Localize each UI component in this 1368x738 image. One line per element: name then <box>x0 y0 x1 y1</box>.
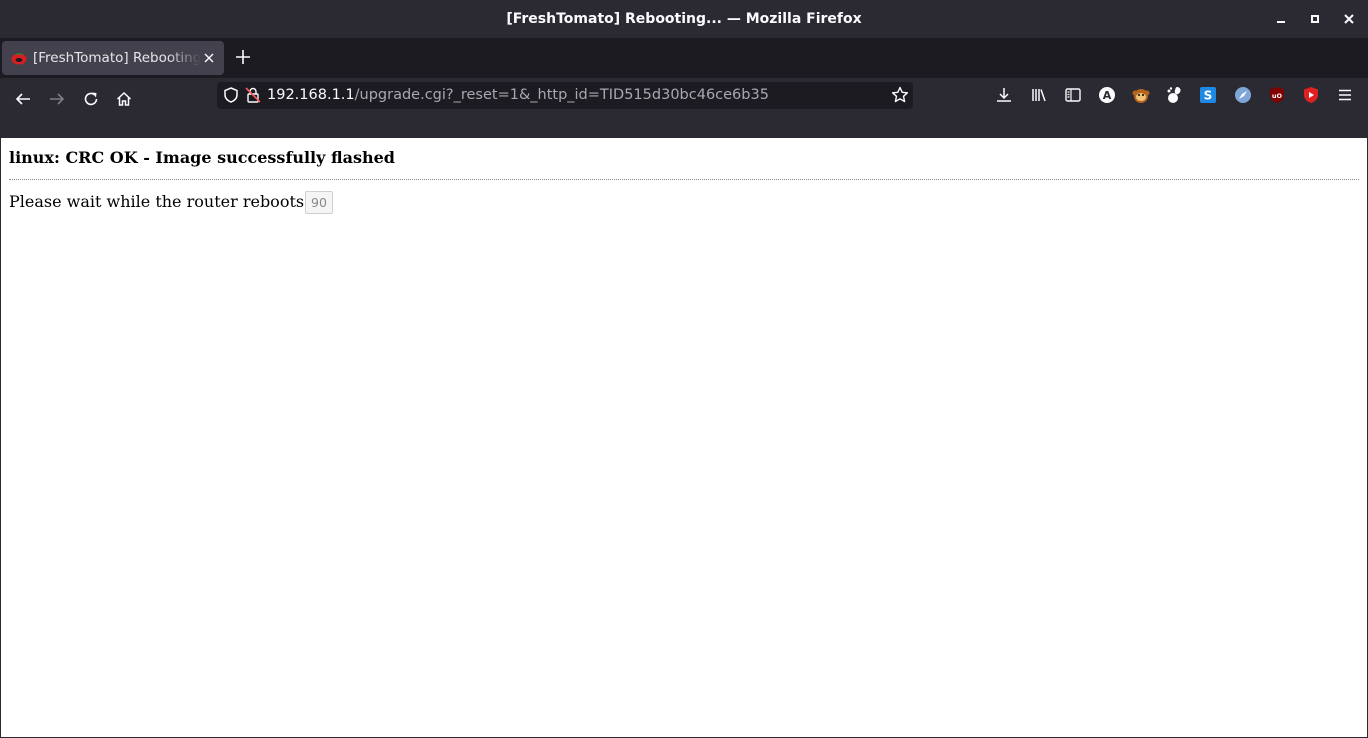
compass-extension-icon <box>1235 87 1251 103</box>
url-host: 192.168.1.1 <box>267 87 355 103</box>
tab-freshtomato[interactable]: [FreshTomato] Rebooting... <box>2 41 224 75</box>
reboot-message: Please wait while the router reboots... <box>9 192 320 211</box>
close-icon <box>204 53 214 63</box>
library-icon <box>1032 89 1046 102</box>
sidebar-button[interactable] <box>1063 85 1083 105</box>
minimize-icon <box>1277 21 1285 23</box>
menu-icon <box>1339 89 1351 101</box>
dotted-divider <box>9 179 1359 180</box>
monkey-extension-icon <box>1132 89 1150 103</box>
minimize-button[interactable] <box>1271 9 1291 29</box>
svg-text:uO: uO <box>1272 92 1283 100</box>
countdown-badge: 90 <box>305 191 333 214</box>
gnome-extension-icon <box>1167 87 1181 103</box>
maximize-button[interactable] <box>1305 9 1325 29</box>
arrow-right-icon <box>50 93 65 105</box>
arrow-left-icon <box>15 93 30 105</box>
plus-icon <box>236 50 250 64</box>
bookmark-star-icon[interactable] <box>891 86 909 104</box>
page-heading: linux: CRC OK - Image successfully flash… <box>9 148 395 167</box>
sidebar-icon <box>1065 88 1081 102</box>
close-icon <box>1344 14 1354 24</box>
compass-extension-button[interactable] <box>1233 85 1253 105</box>
url-bar[interactable]: 192.168.1.1/upgrade.cgi?_reset=1&_http_i… <box>217 82 913 109</box>
url-path: /upgrade.cgi?_reset=1&_http_id=TID515d30… <box>354 87 769 103</box>
downloads-button[interactable] <box>994 85 1014 105</box>
a-extension-icon: A <box>1099 87 1115 103</box>
page-content: linux: CRC OK - Image successfully flash… <box>1 138 1367 737</box>
tomato-favicon-icon <box>11 53 27 65</box>
forward-button[interactable] <box>43 85 71 113</box>
reload-icon <box>84 92 98 106</box>
new-tab-button[interactable] <box>232 46 254 68</box>
reload-button[interactable] <box>77 85 105 113</box>
tab-title: [FreshTomato] Rebooting... <box>33 50 201 66</box>
navigation-toolbar: 192.168.1.1/upgrade.cgi?_reset=1&_http_i… <box>0 78 1368 138</box>
s-extension-icon: S <box>1200 87 1216 103</box>
window-titlebar: [FreshTomato] Rebooting... — Mozilla Fir… <box>0 0 1368 38</box>
ublock-origin-icon: uO <box>1270 87 1284 103</box>
s-extension-button[interactable]: S <box>1198 85 1218 105</box>
tab-strip: [FreshTomato] Rebooting... <box>0 38 1368 78</box>
monkey-extension-button[interactable] <box>1131 85 1151 105</box>
youtube-extension-button[interactable] <box>1301 85 1321 105</box>
window-title: [FreshTomato] Rebooting... — Mozilla Fir… <box>506 11 862 27</box>
library-button[interactable] <box>1029 85 1049 105</box>
back-button[interactable] <box>9 85 37 113</box>
svg-text:S: S <box>1204 89 1213 103</box>
home-button[interactable] <box>110 85 138 113</box>
ublock-origin-button[interactable]: uO <box>1267 85 1287 105</box>
gnome-extension-button[interactable] <box>1165 85 1185 105</box>
maximize-icon <box>1311 15 1319 23</box>
a-extension-button[interactable]: A <box>1097 85 1117 105</box>
tab-close-button[interactable] <box>201 50 217 66</box>
app-menu-button[interactable] <box>1335 85 1355 105</box>
download-icon <box>997 88 1011 102</box>
insecure-lock-icon[interactable] <box>245 87 261 103</box>
youtube-extension-icon <box>1304 87 1318 103</box>
shield-icon <box>224 87 238 103</box>
close-window-button[interactable] <box>1339 9 1359 29</box>
url-text[interactable]: 192.168.1.1/upgrade.cgi?_reset=1&_http_i… <box>267 82 769 109</box>
svg-text:A: A <box>1103 89 1112 102</box>
home-icon <box>116 91 132 106</box>
